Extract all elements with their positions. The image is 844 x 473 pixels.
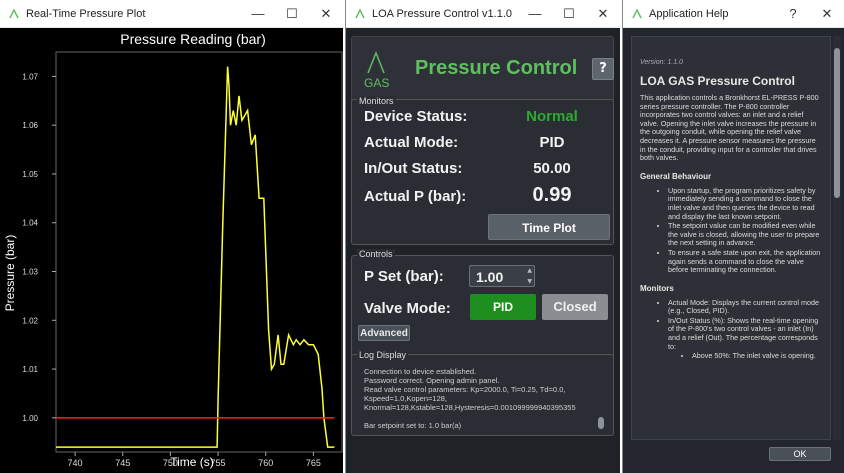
advanced-button[interactable]: Advanced — [358, 325, 410, 341]
x-tick-label: 740 — [68, 458, 83, 468]
maximize-button[interactable]: ☐ — [275, 6, 309, 22]
list-item: The setpoint value can be modified even … — [668, 221, 822, 248]
monitors-list: Actual Mode: Displays the current contro… — [662, 298, 822, 352]
y-tick-label: 1.07 — [22, 72, 38, 81]
app-icon — [631, 7, 643, 20]
chart-y-axis-label: Pressure (bar) — [3, 235, 17, 312]
pressure-plot-window: Real-Time Pressure Plot — ☐ ✕ Pressure R… — [0, 0, 343, 473]
close-button[interactable]: ✕ — [586, 6, 620, 22]
pset-input[interactable]: 1.00 — [476, 269, 503, 285]
log-scroll-thumb[interactable] — [598, 417, 604, 429]
actual-mode-label: Actual Mode: — [364, 134, 459, 151]
plot-titlebar: Real-Time Pressure Plot — ☐ ✕ — [0, 0, 343, 28]
monitors-group: Monitors Device Status: Normal Actual Mo… — [351, 96, 614, 245]
app-title: Pressure Control — [415, 57, 578, 79]
actual-pressure-label: Actual P (bar): — [364, 188, 467, 205]
pressure-series-line — [56, 66, 335, 448]
valve-mode-label: Valve Mode: — [364, 300, 451, 317]
help-body: Version: 1.1.0 LOA GAS Pressure Control … — [623, 28, 844, 473]
ok-button[interactable]: OK — [769, 447, 831, 461]
closed-button[interactable]: Closed — [542, 294, 608, 320]
x-tick-label: 750 — [163, 458, 178, 468]
pressure-chart: Pressure Reading (bar) Time (s) Pressure… — [0, 28, 343, 473]
pset-label: P Set (bar): — [364, 268, 444, 285]
pid-button[interactable]: PID — [470, 294, 536, 320]
minimize-button[interactable]: — — [518, 6, 552, 21]
help-intro: This application controls a Bronkhorst E… — [640, 93, 819, 163]
x-tick-label: 755 — [211, 458, 226, 468]
control-window-title: LOA Pressure Control v1.1.0 — [372, 7, 513, 20]
y-tick-label: 1.00 — [22, 414, 38, 423]
spin-down-icon[interactable]: ▼ — [527, 278, 532, 285]
inout-status-label: In/Out Status: — [364, 160, 463, 177]
svg-text:GAS: GAS — [364, 76, 389, 90]
help-context-button[interactable]: ? — [776, 6, 810, 21]
help-scrollbar[interactable] — [833, 36, 841, 440]
help-button[interactable]: ? — [592, 58, 614, 80]
monitors-group-label: Monitors — [357, 96, 396, 106]
list-item: Above 50%: The inlet valve is opening. — [692, 352, 822, 361]
close-button[interactable]: ✕ — [309, 6, 343, 22]
y-tick-label: 1.01 — [22, 365, 38, 374]
general-behaviour-heading: General Behaviour — [640, 171, 712, 181]
help-heading: LOA GAS Pressure Control — [640, 74, 795, 88]
y-tick-label: 1.03 — [22, 268, 38, 277]
log-display-group: Log Display Connection to device establi… — [351, 350, 614, 436]
list-item: Actual Mode: Displays the current contro… — [668, 298, 822, 316]
y-tick-label: 1.02 — [22, 316, 38, 325]
control-body: GAS Pressure Control ? Monitors Device S… — [346, 28, 620, 473]
help-content: Version: 1.1.0 LOA GAS Pressure Control … — [631, 36, 831, 440]
log-group-label: Log Display — [357, 350, 409, 360]
maximize-button[interactable]: ☐ — [552, 6, 586, 22]
plot-frame — [55, 51, 343, 453]
actual-mode-value: PID — [539, 134, 565, 151]
list-item: Upon startup, the program prioritizes sa… — [668, 186, 822, 221]
help-window-title: Application Help — [649, 7, 729, 20]
help-window: Application Help ? ✕ Version: 1.1.0 LOA … — [622, 0, 844, 473]
app-icon — [354, 7, 366, 20]
x-tick-label: 745 — [115, 458, 130, 468]
y-tick-label: 1.04 — [22, 219, 38, 228]
close-button[interactable]: ✕ — [810, 6, 844, 22]
monitors-heading: Monitors — [640, 283, 674, 293]
chart-title: Pressure Reading (bar) — [120, 31, 266, 47]
plot-window-title: Real-Time Pressure Plot — [26, 7, 146, 20]
x-tick-label: 765 — [306, 458, 321, 468]
control-titlebar: LOA Pressure Control v1.1.0 — ☐ ✕ — [346, 0, 620, 28]
minimize-button[interactable]: — — [241, 6, 275, 21]
y-tick-label: 1.06 — [22, 121, 38, 130]
list-item: To ensure a safe state upon exit, the ap… — [668, 248, 822, 275]
actual-pressure-value: 0.99 — [532, 184, 572, 206]
spin-up-icon[interactable]: ▲ — [527, 267, 532, 274]
pressure-control-window: LOA Pressure Control v1.1.0 — ☐ ✕ GAS Pr… — [345, 0, 620, 473]
time-plot-button[interactable]: Time Plot — [488, 214, 610, 240]
gas-logo: GAS — [364, 50, 389, 90]
list-item: In/Out Status (%): Shows the real-time o… — [668, 316, 822, 351]
help-scroll-thumb[interactable] — [834, 48, 840, 198]
pset-spinbox[interactable]: 1.00 ▲ ▼ — [469, 265, 535, 287]
app-icon — [8, 7, 20, 20]
x-tick-label: 760 — [258, 458, 273, 468]
device-status-value: Normal — [526, 108, 578, 125]
device-status-label: Device Status: — [364, 108, 468, 125]
help-titlebar: Application Help ? ✕ — [623, 0, 844, 28]
help-version: Version: 1.1.0 — [640, 59, 683, 66]
log-text: Connection to device established. Passwo… — [364, 367, 576, 430]
y-tick-label: 1.05 — [22, 170, 38, 179]
controls-group-label: Controls — [357, 249, 395, 259]
log-scrollbar[interactable] — [598, 367, 604, 433]
inout-status-value: 50.00 — [533, 160, 571, 177]
general-behaviour-list: Upon startup, the program prioritizes sa… — [662, 186, 822, 275]
monitors-sublist: Above 50%: The inlet valve is opening. — [686, 352, 822, 361]
